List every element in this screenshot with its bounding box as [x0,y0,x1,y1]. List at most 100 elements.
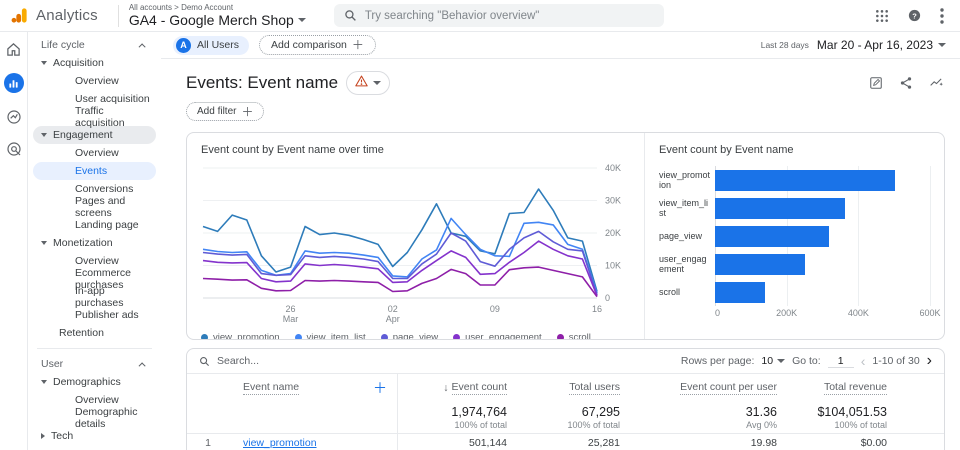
grid-line [858,194,860,222]
bar-view_item_list[interactable] [715,197,845,219]
legend-dot-icon [380,334,388,339]
total-event-count: 1,974,764 [451,404,507,419]
events-table-card: Search... Rows per page: 10 Go to: 1 ‹ 1… [186,348,945,450]
bar-chart-panel: Event count by Event name view_promotion… [644,133,944,339]
line-chart-title: Event count by Event name over time [201,144,384,156]
total-per-user: 31.36 [745,404,777,419]
line-chart-legend: view_promotion view_item_list page_view use… [201,332,632,339]
sidebar-item-overview[interactable]: Overview [33,144,156,162]
triangle-right-icon [41,433,45,439]
account-switcher[interactable]: All accounts > Demo Account GA4 - Google… [129,3,306,28]
column-event-name[interactable]: Event name [243,381,300,395]
sidebar-item-life-cycle[interactable]: Life cycle [33,36,156,54]
help-icon[interactable]: ? [907,8,922,23]
legend-dot-icon [201,334,208,339]
segment-chip-all-users[interactable]: A All Users [173,35,250,55]
table-body: 1view_promotion501,14425,28119.98$0.002v… [187,434,944,450]
bar-x-tick: 0 [715,308,721,318]
sidebar-item-pages-and-screens[interactable]: Pages and screens [33,195,156,219]
nav-rail [0,32,28,450]
bar-chart[interactable]: view_promotion view_item_list page_viewuse… [659,166,931,306]
sidebar-item-landing-page[interactable]: Landing page [33,216,156,234]
grid-line [858,222,860,250]
legend-item-user_engagement: user_engagement [453,332,542,339]
sidebar-item-events[interactable]: Events [33,162,156,180]
chevron-left-icon[interactable]: ‹ [861,354,866,368]
bar-label: scroll [659,286,681,297]
insights-icon[interactable] [929,76,944,90]
sidebar-item-demographic-details[interactable]: Demographic details [33,406,156,430]
sidebar-item-monetization[interactable]: Monetization [33,234,156,252]
grid-line [930,166,931,194]
share-icon[interactable] [899,76,913,90]
grid-line [930,194,931,222]
breadcrumb[interactable]: All accounts > Demo Account [129,3,306,12]
search-input[interactable]: Try searching "Behavior overview" [333,4,664,27]
caret-down-icon [373,81,382,85]
sidebar-item-traffic-acquisition[interactable]: Traffic acquisition [33,105,156,129]
bar-x-tick: 400K [847,308,869,318]
bar-label: view_promotion [659,169,711,190]
column-revenue[interactable]: Total revenue [785,374,944,401]
sidebar-item-overview[interactable]: Overview [33,72,156,90]
svg-text:Apr: Apr [386,314,400,324]
line-chart[interactable]: 0 10K 20K 30K 40K 26Mar 02Apr 09 16 [201,158,631,326]
home-icon[interactable] [6,42,21,57]
data-quality-button[interactable] [346,71,391,95]
column-per-user[interactable]: Event count per user [628,374,785,401]
grid-line [930,278,931,306]
reports-icon[interactable] [3,73,24,93]
svg-text:0: 0 [605,293,610,303]
bar-row-scroll: scroll [659,278,931,306]
account-name[interactable]: GA4 - Google Merch Shop [129,12,294,28]
bar-view_promotion[interactable] [715,169,895,191]
add-dimension-icon[interactable]: ＋ [373,378,387,398]
event-name-link[interactable]: view_promotion [243,437,317,449]
sidebar-item-in-app-purchases[interactable]: In-app purchases [33,285,156,309]
table-search-input[interactable]: Search... [217,355,259,367]
sidebar-item-retention[interactable]: Retention [33,324,156,342]
plus-icon: ＋ [351,38,364,52]
bar-track [715,250,931,278]
grid-line [858,250,860,278]
svg-text:30K: 30K [605,196,621,206]
sidebar-item-demographics[interactable]: Demographics [33,373,156,391]
sidebar-item-publisher-ads[interactable]: Publisher ads [33,306,156,324]
bar-row-user_engagement: user_engagement [659,250,931,278]
triangle-down-icon [41,241,47,245]
add-filter-button[interactable]: Add filter ＋ [186,102,265,121]
bar-page_view[interactable] [715,225,829,247]
bar-user_engagement[interactable] [715,253,805,275]
bar-label: view_item_list [659,197,709,218]
report-nav: Life cycle Acquisition Overview User acquis… [29,32,160,450]
search-icon [199,356,210,367]
legend-dot-icon [556,334,564,339]
legend-dot-icon [453,334,461,339]
date-range-picker[interactable]: Last 28 days Mar 20 - Apr 16, 2023 [761,38,946,52]
legend-item-page_view: page_view [380,332,438,339]
segment-avatar: A [176,37,191,53]
line-series-user_engagement [202,240,598,296]
bar-label: page_view [659,230,703,241]
sidebar-item-user[interactable]: User [33,355,156,373]
rows-per-page-select[interactable]: 10 [761,355,786,368]
add-comparison-button[interactable]: Add comparison ＋ [259,35,376,55]
bar-x-tick: 200K [776,308,798,318]
chevron-right-icon[interactable]: › [927,353,932,369]
advertising-icon[interactable] [6,141,22,157]
caret-down-icon [297,18,306,23]
search-icon [344,9,357,22]
triangle-down-icon [41,380,47,384]
explore-icon[interactable] [6,109,22,125]
edit-icon[interactable] [869,76,883,90]
legend-item-scroll: scroll [556,332,591,339]
goto-page-input[interactable]: 1 [827,355,854,368]
more-vert-icon[interactable] [940,7,944,24]
bar-row-view_item_list: view_item_list [659,194,931,222]
bar-scroll[interactable] [715,281,766,303]
legend-dot-icon [294,334,302,339]
sidebar-item-acquisition[interactable]: Acquisition [33,54,156,72]
apps-grid-icon[interactable] [875,9,889,23]
column-event-count[interactable]: ↓ Event count [398,374,515,401]
column-total-users[interactable]: Total users [515,374,628,401]
